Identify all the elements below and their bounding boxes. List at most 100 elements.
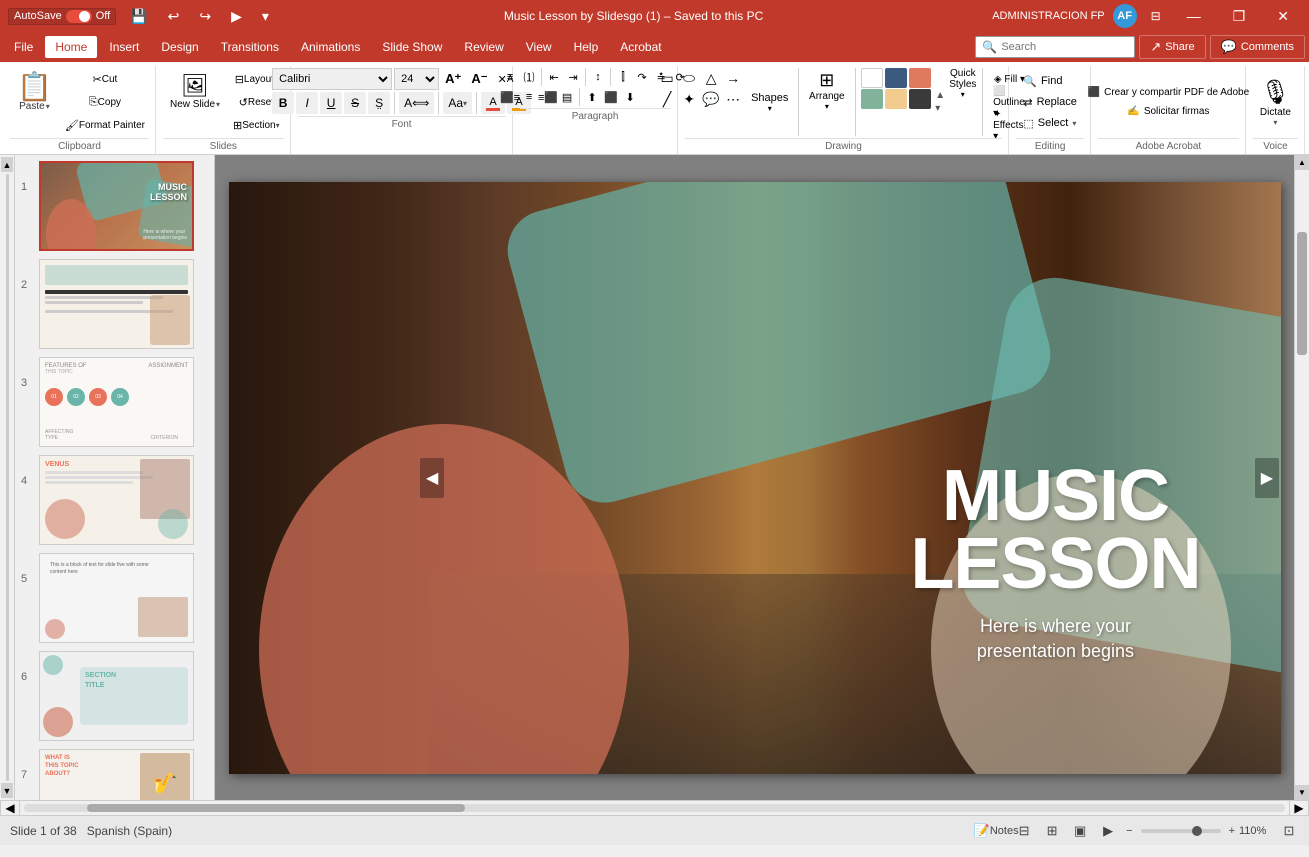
align-middle-button[interactable]: ⬛ [602,88,620,106]
search-box[interactable]: 🔍 [975,36,1135,58]
menu-review[interactable]: Review [454,36,513,58]
slide-thumb-1[interactable]: MUSIC LESSON Here is where yourpresentat… [39,161,194,251]
slide-item-5[interactable]: 5 This is a block of text for slide five… [19,551,210,645]
zoom-plus[interactable]: + [1229,825,1235,837]
qs-scroll-up[interactable]: ▲ [935,90,945,101]
align-top-button[interactable]: ⬆ [583,88,601,106]
scroll-left-button[interactable]: ◀ [0,800,20,816]
undo-button[interactable]: ↩ [162,6,186,27]
fit-window-button[interactable]: ⊡ [1279,821,1299,841]
normal-view-button[interactable]: ⊟ [1014,821,1034,841]
underline-button[interactable]: U [320,92,342,114]
slide-item-6[interactable]: 6 SECTION TITLE [19,649,210,743]
shape-triangle[interactable]: △ [701,68,721,88]
menu-transitions[interactable]: Transitions [211,36,289,58]
qs-item-3[interactable] [909,68,931,88]
slide-thumb-5[interactable]: This is a block of text for slide five w… [39,553,194,643]
scroll-up-button[interactable]: ▲ [1295,155,1309,170]
share-button[interactable]: ↗ Share [1139,35,1205,59]
autosave-toggle[interactable] [66,10,92,23]
paste-dropdown-icon[interactable]: ▾ [46,102,50,111]
paste-button[interactable]: 📋 Paste ▾ [10,68,59,136]
ribbon-display-button[interactable]: ⊟ [1145,7,1167,25]
h-scrollbar-thumb[interactable] [87,804,465,812]
font-family-select[interactable]: Calibri [272,68,392,90]
panel-scroll-up[interactable]: ▲ [1,157,14,172]
slide-thumb-6[interactable]: SECTION TITLE [39,651,194,741]
slide-item-1[interactable]: 1 MUSIC LESSON Here is where yourpresent… [19,159,210,253]
italic-button[interactable]: I [296,92,318,114]
new-slide-dropdown-icon[interactable]: ▾ [216,100,220,109]
save-button[interactable]: 💾 [124,6,153,27]
qs-scroll-down[interactable]: ▾ [935,103,945,114]
slide-thumb-2[interactable] [39,259,194,349]
customize-button[interactable]: ▾ [256,6,275,27]
menu-help[interactable]: Help [564,36,609,58]
minimize-button[interactable]: — [1175,4,1213,28]
bottom-scrollbar[interactable]: ◀ ▶ [0,800,1309,815]
redo-button[interactable]: ↪ [193,6,217,27]
zoom-control[interactable]: − + 110% [1126,825,1271,837]
shadow-button[interactable]: S̤ [368,92,390,114]
slide-prev-button[interactable]: ◀ [420,458,444,498]
justify-button[interactable]: ▤ [558,88,576,106]
font-spacing-button[interactable]: A⟺ [399,92,434,114]
menu-design[interactable]: Design [151,36,208,58]
menu-insert[interactable]: Insert [99,36,149,58]
increase-font-button[interactable]: A⁺ [441,68,465,90]
qs-item-5[interactable] [885,89,907,109]
align-left-button[interactable]: ⬛≡ [501,88,519,106]
bullets-button[interactable]: ≡ [501,68,519,86]
slide-next-button[interactable]: ▶ [1255,458,1279,498]
slide-canvas[interactable]: MUSIC LESSON Here is where yourpresentat… [229,182,1281,774]
bold-button[interactable]: B [272,92,294,114]
strikethrough-button[interactable]: S [344,92,366,114]
select-button[interactable]: ⬚ Select ▾ [1016,114,1084,133]
scroll-track[interactable] [1295,170,1309,785]
slide-thumb-4[interactable]: VENUS [39,455,194,545]
scroll-thumb[interactable] [1297,232,1307,355]
menu-view[interactable]: View [516,36,562,58]
slideshow-button[interactable]: ▶ [1098,821,1118,841]
cut-button[interactable]: ✂ Cut [61,68,149,90]
menu-animations[interactable]: Animations [291,36,370,58]
create-pdf-button[interactable]: ⬛ Crear y compartir PDF de Adobe [1081,84,1257,101]
align-center-button[interactable]: ≡ [520,88,538,106]
present-button[interactable]: ▶ [225,6,248,27]
slide-sorter-button[interactable]: ⊞ [1042,821,1062,841]
decrease-indent-button[interactable]: ⇤ [545,68,563,86]
numbering-button[interactable]: ⑴ [520,68,538,86]
shape-star[interactable]: ✦ [679,89,699,109]
slide-item-7[interactable]: 7 WHAT ISTHIS TOPICABOUT? 🎷 [19,747,210,800]
line-spacing-button[interactable]: ↕ [589,68,607,86]
zoom-minus[interactable]: − [1126,825,1132,837]
increase-indent-button[interactable]: ⇥ [564,68,582,86]
notes-button[interactable]: 📝 Notes [986,821,1006,841]
dictate-button[interactable]: 🎙 Dictate ▾ [1253,73,1298,132]
format-painter-button[interactable]: 🖌 Format Painter [61,114,149,136]
slide-thumb-7[interactable]: WHAT ISTHIS TOPICABOUT? 🎷 [39,749,194,800]
right-scrollbar[interactable]: ▲ ▼ [1294,155,1309,800]
menu-acrobat[interactable]: Acrobat [610,36,671,58]
menu-slideshow[interactable]: Slide Show [372,36,452,58]
slide-item-3[interactable]: 3 FEATURES OF THIS TOPIC ASSIGNMENT 01 0… [19,355,210,449]
shape-line[interactable]: ╱ [657,89,677,109]
shape-callout[interactable]: 💬 [701,89,721,109]
shape-more[interactable]: ⋯ [723,89,743,109]
zoom-level[interactable]: 110% [1239,825,1271,837]
columns-button[interactable]: ⫿ [614,68,632,86]
text-case-button[interactable]: Aa ▾ [443,92,472,114]
text-direction-button[interactable]: ↷ [633,68,651,86]
qs-item-4[interactable] [861,89,883,109]
shape-arrow[interactable]: → [723,68,743,88]
zoom-slider-thumb[interactable] [1192,826,1202,836]
section-button[interactable]: ⊞ Section ▾ [229,114,284,136]
close-button[interactable]: ✕ [1265,4,1301,29]
shapes-label-btn[interactable]: Shapes ▾ [747,68,792,136]
menu-home[interactable]: Home [45,36,97,58]
shape-oval[interactable]: ⬭ [679,68,699,88]
shape-rectangle[interactable]: ▭ [657,68,677,88]
panel-scroll-down[interactable]: ▼ [1,783,14,798]
autosave-badge[interactable]: AutoSave Off [8,8,116,25]
h-scrollbar-track[interactable] [24,804,1285,812]
